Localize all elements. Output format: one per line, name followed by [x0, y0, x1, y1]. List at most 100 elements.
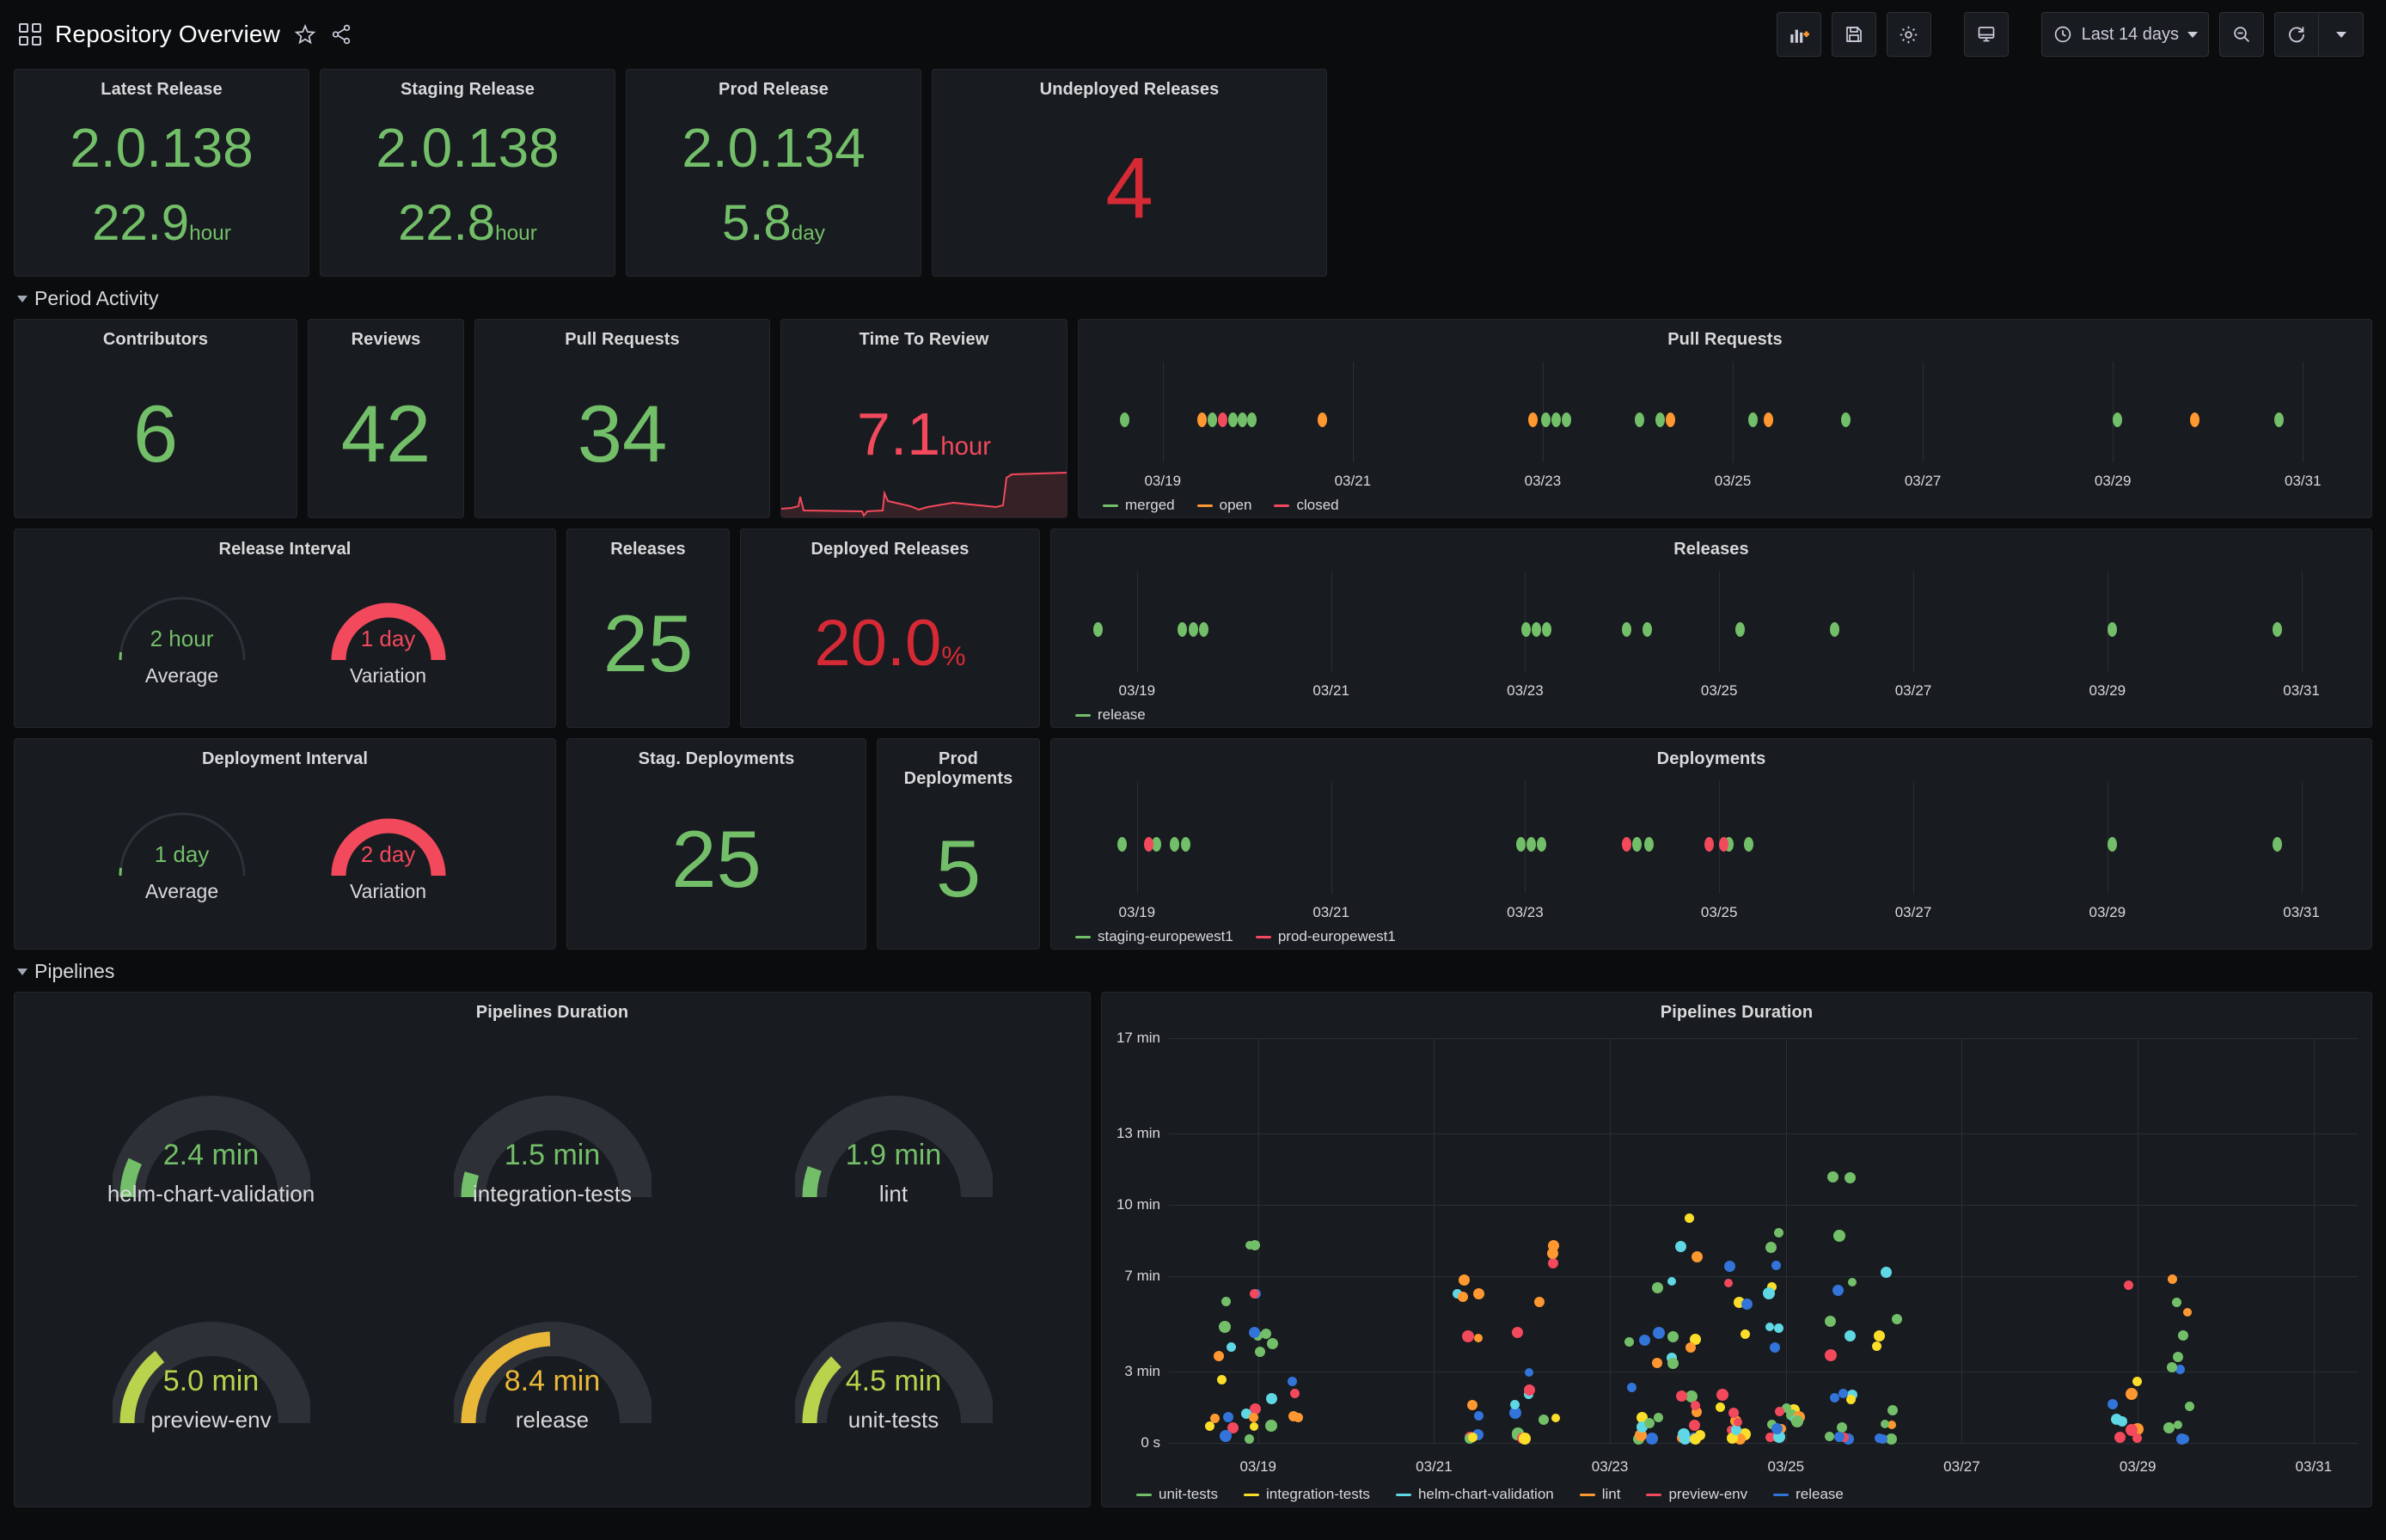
stat-secondary-value: 5.8: [722, 195, 792, 251]
chart-legend: unit-tests integration-tests helm-chart-va…: [1102, 1481, 2371, 1503]
x-axis-tick: 03/31: [2283, 682, 2320, 700]
panel-latest-release[interactable]: Latest Release 2.0.138 22.9hour: [14, 69, 309, 277]
panel-release-interval[interactable]: Release Interval 2 hourAverage 1 dayVari…: [14, 529, 556, 728]
x-axis-tick: 03/27: [1943, 1458, 1980, 1476]
panel-releases-timeline[interactable]: Releases 03/1903/2103/2303/2503/2703/290…: [1050, 529, 2372, 728]
panel-time-to-review[interactable]: Time To Review 7.1hour: [780, 319, 1068, 518]
panel-pull-requests-timeline[interactable]: Pull Requests 03/1903/2103/2303/2503/270…: [1078, 319, 2372, 518]
legend-item-prod-europewest1[interactable]: prod-europewest1: [1256, 928, 1396, 945]
scatter-point: [1249, 1327, 1260, 1338]
sparkline: [781, 471, 1068, 517]
scatter-point: [1255, 1347, 1265, 1357]
section-header-pipelines[interactable]: Pipelines: [17, 960, 2372, 983]
scatter-point: [1473, 1288, 1484, 1299]
legend-item-merged[interactable]: merged: [1103, 497, 1175, 514]
panel-reviews[interactable]: Reviews 42: [308, 319, 464, 518]
scatter-point: [1775, 1407, 1784, 1416]
panel-body: 25: [567, 769, 866, 949]
legend-swatch: [1580, 1494, 1595, 1496]
add-panel-button[interactable]: [1777, 12, 1821, 57]
dashboard-grid-icon[interactable]: [19, 23, 41, 46]
stat-value: 2.0.138: [70, 120, 254, 175]
panel-stag-deployments[interactable]: Stag. Deployments 25: [566, 738, 866, 950]
save-dashboard-button[interactable]: [1832, 12, 1876, 57]
legend-item-release[interactable]: release: [1773, 1486, 1844, 1503]
panel-releases-stat[interactable]: Releases 25: [566, 529, 730, 728]
pipeline-gauge-preview-env: 5.0 minpreview-env: [40, 1262, 382, 1488]
timeline-point: [1562, 412, 1571, 427]
panel-title: Reviews: [309, 320, 463, 350]
gauge-value: 1.5 min: [505, 1139, 601, 1172]
gridline: [1353, 362, 1354, 462]
panel-body: 4: [933, 100, 1326, 276]
stat-unit: %: [941, 640, 965, 671]
star-icon[interactable]: [294, 23, 316, 46]
panel-prod-deployments[interactable]: Prod Deployments 5: [877, 738, 1040, 950]
tv-mode-button[interactable]: [1964, 12, 2009, 57]
panel-deployment-interval[interactable]: Deployment Interval 1 dayAverage 2 dayVa…: [14, 738, 556, 950]
legend-item-helm-chart-validation[interactable]: helm-chart-validation: [1396, 1486, 1554, 1503]
x-axis-tick: 03/21: [1312, 904, 1349, 921]
panel-deployed-releases[interactable]: Deployed Releases 20.0%: [740, 529, 1040, 728]
gridline: [1913, 781, 1914, 894]
legend-swatch: [1244, 1494, 1259, 1496]
legend-item-staging-europewest1[interactable]: staging-europewest1: [1075, 928, 1233, 945]
panel-body: 1 dayAverage 2 dayVariation: [15, 769, 555, 949]
page-title[interactable]: Repository Overview: [55, 21, 280, 48]
scatter-point: [1219, 1321, 1231, 1333]
scatter-point: [1227, 1342, 1236, 1352]
chart-legend: staging-europewest1 prod-europewest1: [1051, 923, 2371, 945]
scatter-point: [2108, 1399, 2118, 1409]
zoom-out-time-button[interactable]: [2219, 12, 2264, 57]
legend-item-open[interactable]: open: [1197, 497, 1252, 514]
scatter-point: [2178, 1330, 2188, 1341]
panel-title: Deployed Releases: [741, 529, 1039, 559]
y-axis-tick: 10 min: [1117, 1196, 1160, 1213]
panel-pipelines-duration-scatter[interactable]: Pipelines Duration 0 s3 min7 min10 min13…: [1101, 992, 2372, 1507]
panel-body: 0 s3 min7 min10 min13 min17 min03/1903/2…: [1102, 1023, 2371, 1506]
x-axis-tick: 03/31: [2285, 473, 2322, 490]
scatter-point: [1525, 1368, 1533, 1377]
time-range-picker[interactable]: Last 14 days: [2041, 12, 2209, 57]
legend-item-release[interactable]: release: [1075, 706, 1146, 724]
share-icon[interactable]: [330, 23, 352, 46]
timeline-point: [1622, 622, 1631, 637]
timeline-point: [1643, 622, 1652, 637]
legend-item-lint[interactable]: lint: [1580, 1486, 1621, 1503]
panel-undeployed-releases[interactable]: Undeployed Releases 4: [932, 69, 1327, 277]
legend-label: release: [1098, 706, 1146, 724]
panel-contributors[interactable]: Contributors 6: [14, 319, 297, 518]
legend-item-unit-tests[interactable]: unit-tests: [1136, 1486, 1218, 1503]
scatter-point: [1653, 1327, 1665, 1339]
refresh-button[interactable]: [2274, 12, 2319, 57]
panel-title: Pull Requests: [475, 320, 769, 350]
gauge-value: 4.5 min: [846, 1365, 942, 1398]
scatter-point: [1881, 1420, 1889, 1428]
x-axis-tick: 03/23: [1507, 682, 1544, 700]
dashboard-settings-button[interactable]: [1887, 12, 1931, 57]
stat-value: 20.0%: [814, 611, 965, 676]
legend-item-closed[interactable]: closed: [1274, 497, 1338, 514]
scatter-point: [2185, 1402, 2194, 1411]
scatter-point: [1741, 1329, 1750, 1339]
panel-pipelines-duration-gauges[interactable]: Pipelines Duration 2.4 minhelm-chart-val…: [14, 992, 1091, 1507]
panel-prod-release[interactable]: Prod Release 2.0.134 5.8day: [626, 69, 921, 277]
panel-deployments-timeline[interactable]: Deployments 03/1903/2103/2303/2503/2703/…: [1050, 738, 2372, 950]
timeline-point: [2108, 622, 2117, 637]
legend-item-integration-tests[interactable]: integration-tests: [1244, 1486, 1370, 1503]
panel-title: Staging Release: [321, 70, 615, 100]
timeline-point: [1655, 412, 1665, 427]
scatter-point: [1763, 1287, 1775, 1299]
panel-staging-release[interactable]: Staging Release 2.0.138 22.8hour: [320, 69, 615, 277]
legend-item-preview-env[interactable]: preview-env: [1646, 1486, 1747, 1503]
section-header-period-activity[interactable]: Period Activity: [17, 287, 2372, 310]
timeline-point: [1632, 837, 1642, 852]
scatter-point: [1468, 1433, 1477, 1442]
legend-swatch: [1274, 504, 1289, 507]
panel-title: Deployment Interval: [15, 739, 555, 769]
panel-body: 6: [15, 350, 297, 517]
gauge-label: lint: [879, 1181, 908, 1207]
gauge-label: Variation: [350, 880, 426, 903]
refresh-interval-dropdown[interactable]: [2319, 12, 2364, 57]
panel-pull-requests-stat[interactable]: Pull Requests 34: [474, 319, 770, 518]
